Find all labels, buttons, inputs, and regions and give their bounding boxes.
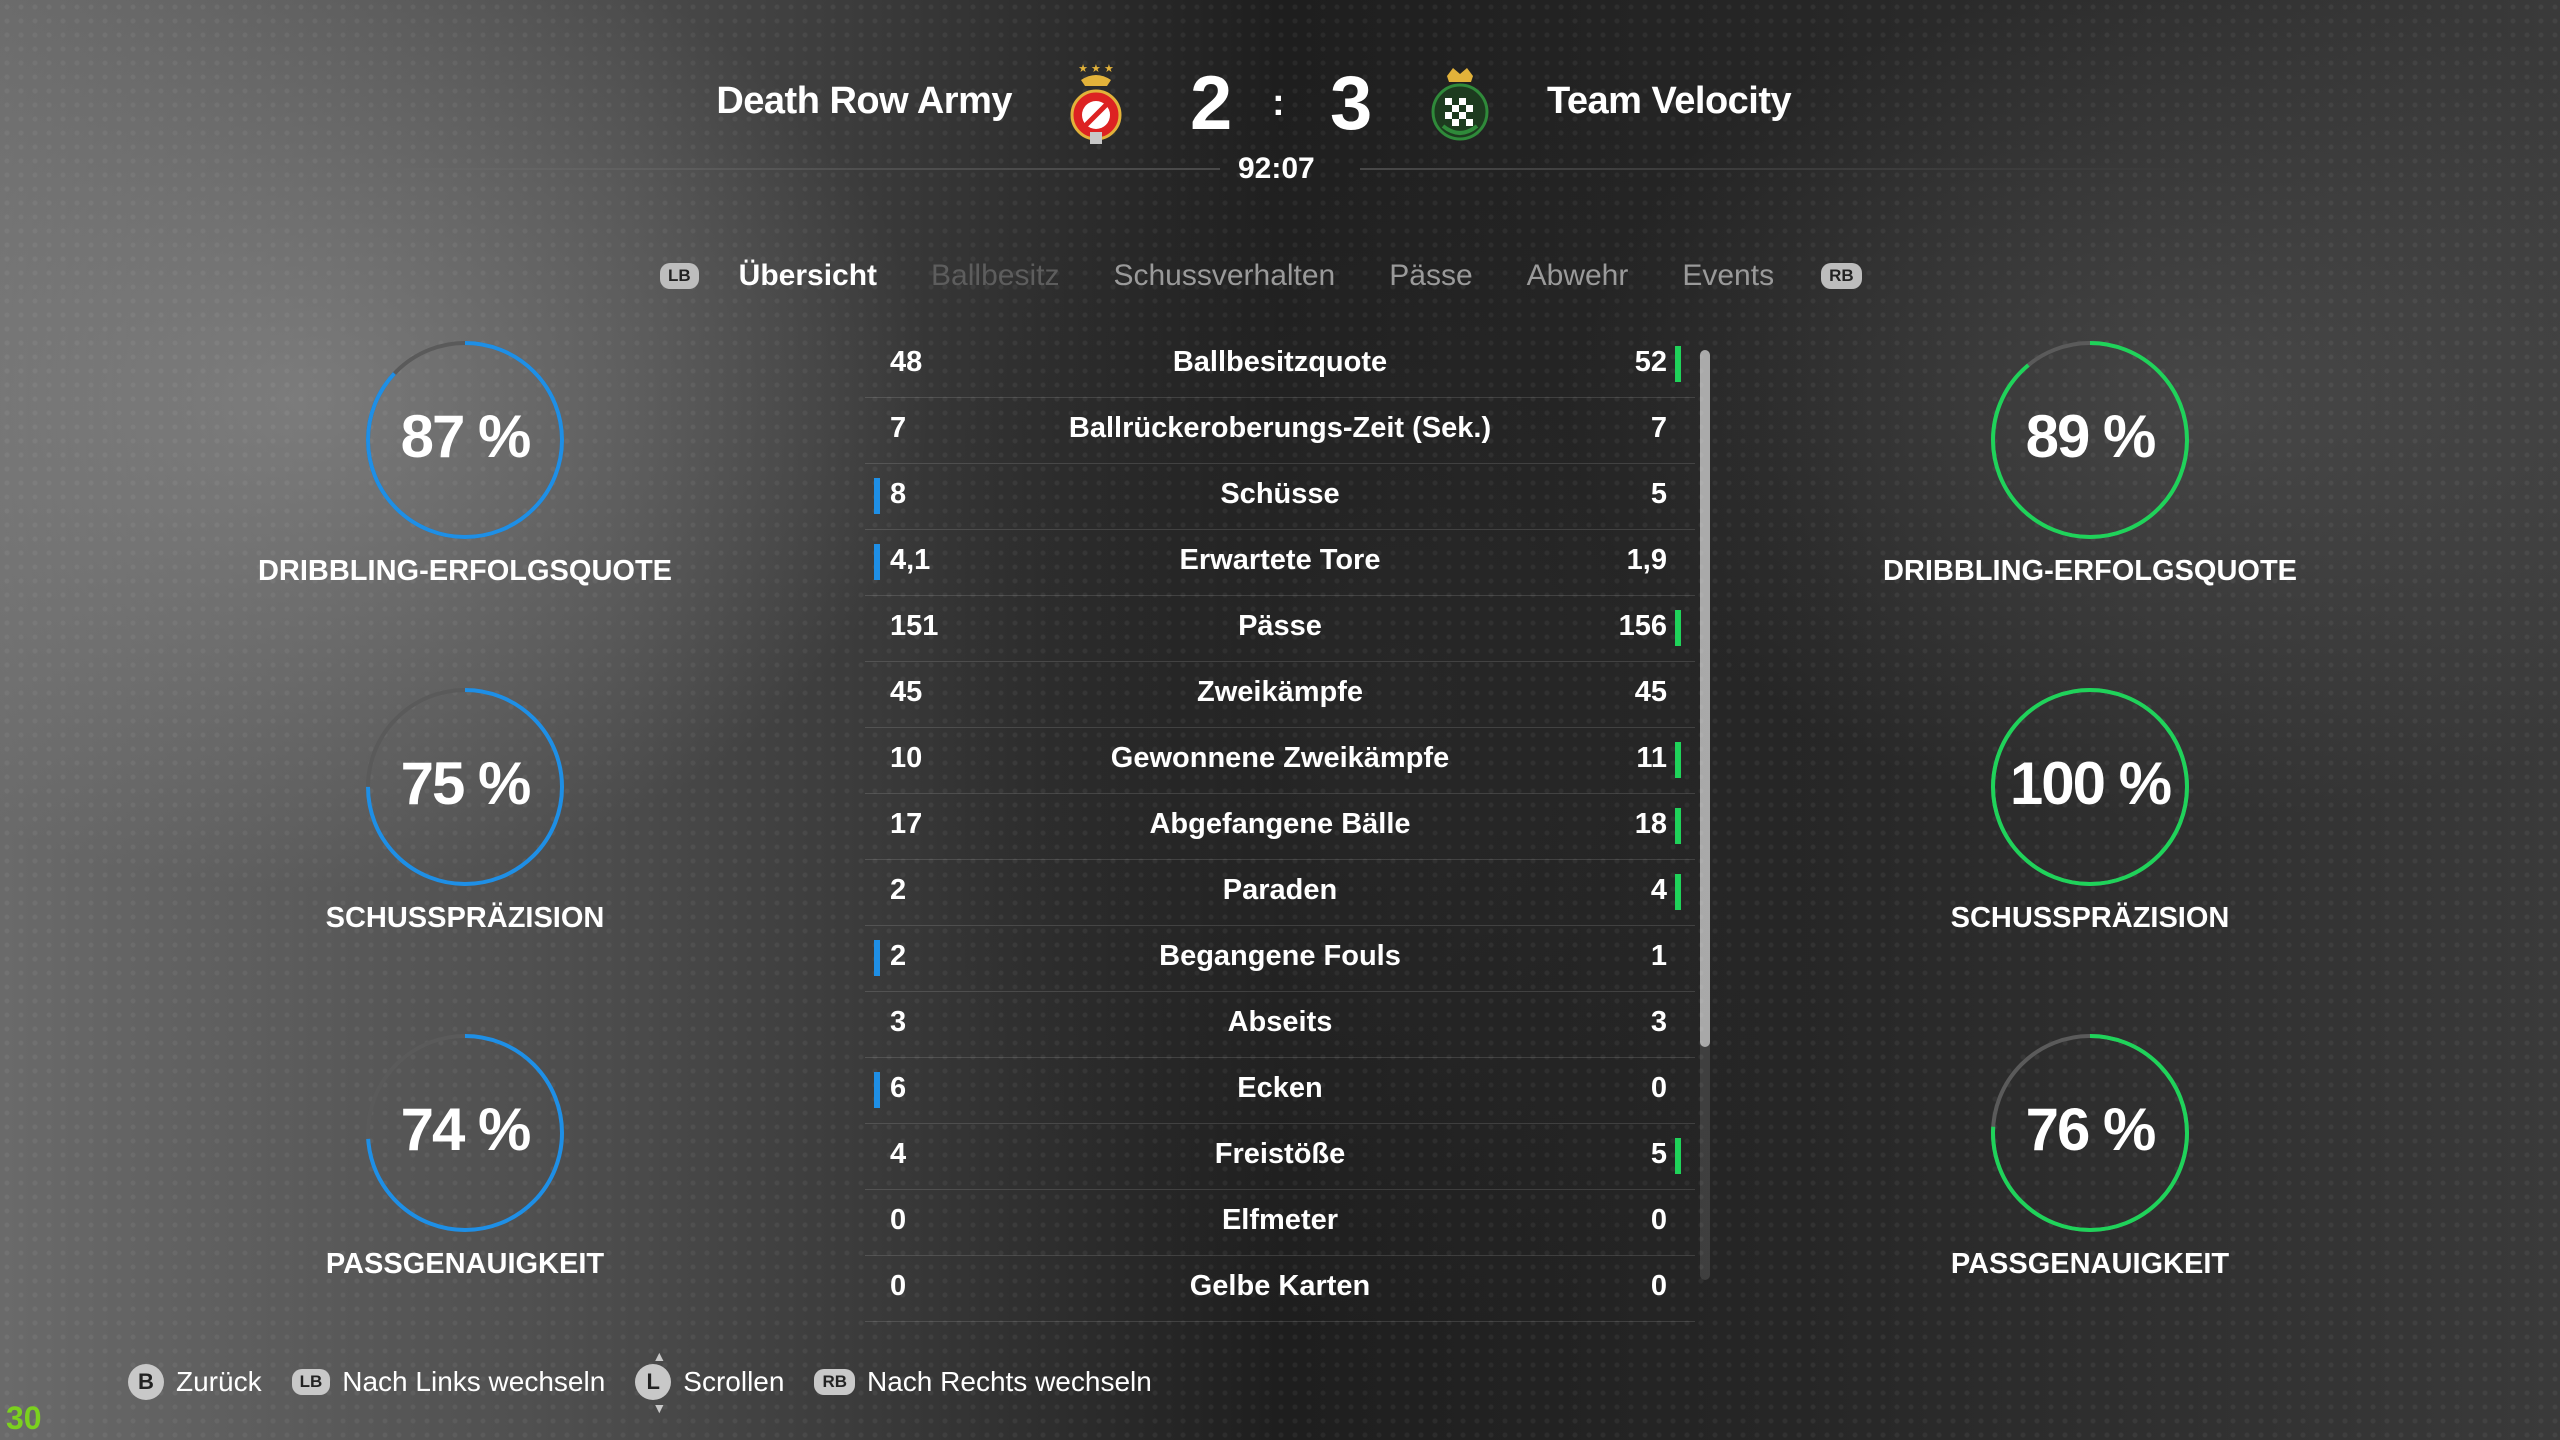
stat-away-value: 0 [1650, 1072, 1667, 1104]
stat-name: Freistöße [1214, 1138, 1346, 1170]
away-team-crest-icon [1431, 68, 1489, 141]
stat-row: 8 Schüsse 5 [865, 464, 1695, 530]
stat-name: Abgefangene Bälle [1149, 808, 1411, 840]
match-clock: 92:07 [1238, 152, 1315, 185]
fps-counter: 30 [6, 1400, 42, 1436]
stat-row: 151 Pässe 156 [865, 596, 1695, 662]
stat-name: Gewonnene Zweikämpfe [1110, 742, 1450, 774]
stat-row: 0 Elfmeter 0 [865, 1190, 1695, 1256]
home-ring-label: SCHUSSPRÄZISION [325, 902, 605, 934]
stat-name: Abseits [1227, 1006, 1333, 1038]
tab-paesse[interactable]: Pässe [1389, 259, 1472, 293]
stat-away-value: 52 [1634, 346, 1667, 378]
away-team-name: Team Velocity [1547, 80, 1792, 122]
svg-text:★ ★ ★: ★ ★ ★ [1078, 63, 1114, 75]
back-hint[interactable]: B Zurück [128, 1364, 262, 1400]
back-hint-label: Zurück [176, 1366, 262, 1397]
stat-name: Pässe [1238, 610, 1322, 642]
stat-away-value: 1,9 [1626, 544, 1667, 576]
away-ring-label: SCHUSSPRÄZISION [1950, 902, 2230, 934]
stat-name: Ballbesitzquote [1172, 346, 1388, 378]
score-separator: : [1272, 82, 1285, 124]
stat-name: Gelbe Karten [1189, 1270, 1371, 1302]
switch-left-hint[interactable]: LB Nach Links wechseln [291, 1366, 606, 1398]
stat-name: Zweikämpfe [1197, 676, 1363, 708]
stat-away-value: 0 [1650, 1204, 1667, 1236]
stat-row: 48 Ballbesitzquote 52 [865, 332, 1695, 398]
stat-away-value: 5 [1650, 478, 1667, 510]
stat-name: Begangene Fouls [1159, 940, 1401, 972]
away-ring-label: PASSGENAUIGKEIT [1950, 1248, 2230, 1280]
stats-table[interactable]: 48 Ballbesitzquote 52 7 Ballrückeroberungs-Z… [865, 332, 1695, 1322]
away-score: 3 [1330, 61, 1373, 146]
stat-name: Elfmeter [1221, 1204, 1339, 1236]
stat-away-value: 1 [1650, 940, 1667, 972]
tab-events[interactable]: Events [1682, 259, 1774, 293]
stat-away-value: 5 [1650, 1138, 1667, 1170]
scroll-hint[interactable]: ▲ L ▼ Scrollen [635, 1348, 785, 1416]
scroll-hint-label: Scrollen [683, 1366, 785, 1397]
away-ring-value: 76 % [2025, 1096, 2157, 1163]
stat-row: 2 Begangene Fouls 1 [865, 926, 1695, 992]
stat-name: Paraden [1222, 874, 1338, 906]
left-stick-icon: L [635, 1364, 672, 1400]
stat-row: 2 Paraden 4 [865, 860, 1695, 926]
header-divider-left [380, 168, 1220, 170]
home-ring-value: 74 % [400, 1096, 532, 1163]
stat-away-value: 156 [1618, 610, 1667, 642]
b-button-icon: B [128, 1364, 164, 1400]
scrollbar-thumb[interactable] [1700, 350, 1710, 1047]
stat-row: 0 Gelbe Karten 0 [865, 1256, 1695, 1322]
header-divider-right [1360, 168, 2200, 170]
stat-away-value: 4 [1650, 874, 1667, 906]
away-ring-label: DRIBBLING-ERFOLGSQUOTE [1882, 555, 2298, 587]
tab-ballbesitz[interactable]: Ballbesitz [931, 259, 1059, 293]
lb-button-icon: LB [291, 1369, 331, 1395]
stat-away-value: 3 [1650, 1006, 1667, 1038]
switch-right-hint[interactable]: RB Nach Rechts wechseln [814, 1366, 1152, 1398]
rb-button-icon: RB [814, 1369, 856, 1395]
stat-row: 10 Gewonnene Zweikämpfe 11 [865, 728, 1695, 794]
stat-away-value: 7 [1650, 412, 1667, 444]
stat-row: 4 Freistöße 5 [865, 1124, 1695, 1190]
home-score: 2 [1190, 61, 1233, 146]
tab-uebersicht[interactable]: Übersicht [739, 259, 877, 293]
switch-left-label: Nach Links wechseln [342, 1366, 606, 1397]
stat-row: 45 Zweikämpfe 45 [865, 662, 1695, 728]
stat-name: Schüsse [1220, 478, 1340, 510]
home-ring-label: PASSGENAUIGKEIT [325, 1248, 605, 1280]
stat-row: 6 Ecken 0 [865, 1058, 1695, 1124]
stat-row: 3 Abseits 3 [865, 992, 1695, 1058]
home-ring-value: 87 % [400, 403, 532, 470]
stat-away-value: 18 [1634, 808, 1667, 840]
tab-schussverhalten[interactable]: Schussverhalten [1113, 259, 1335, 293]
button-hints-bar: B Zurück LB Nach Links wechseln ▲ L ▼ Sc… [128, 1349, 1182, 1415]
stat-name: Ecken [1237, 1072, 1323, 1104]
away-ring-value: 100 % [2009, 750, 2172, 817]
stat-row: 7 Ballrückeroberungs-Zeit (Sek.) 7 [865, 398, 1695, 464]
home-team-name: Death Row Army [716, 80, 1012, 122]
stat-away-value: 11 [1636, 742, 1667, 774]
stat-name: Erwartete Tore [1179, 544, 1381, 576]
stat-row: 4,1 Erwartete Tore 1,9 [865, 530, 1695, 596]
stat-name: Ballrückeroberungs-Zeit (Sek.) [1068, 412, 1492, 444]
stat-away-value: 0 [1650, 1270, 1667, 1302]
stat-row: 17 Abgefangene Bälle 18 [865, 794, 1695, 860]
home-ring-label: DRIBBLING-ERFOLGSQUOTE [257, 555, 673, 587]
home-ring-value: 75 % [400, 750, 532, 817]
rb-button-icon[interactable]: RB [1821, 263, 1862, 289]
tab-abwehr[interactable]: Abwehr [1527, 259, 1629, 293]
stat-away-value: 45 [1634, 676, 1667, 708]
stats-tab-bar: LB Übersicht Ballbesitz Schussverhalten … [660, 248, 1862, 304]
home-team-crest-icon: ★ ★ ★ [1070, 63, 1122, 144]
arrow-up-icon: ▲ [652, 1348, 667, 1364]
switch-right-label: Nach Rechts wechseln [867, 1366, 1152, 1397]
lb-button-icon[interactable]: LB [660, 263, 699, 289]
away-ring-value: 89 % [2025, 403, 2157, 470]
arrow-down-icon: ▼ [652, 1400, 667, 1416]
